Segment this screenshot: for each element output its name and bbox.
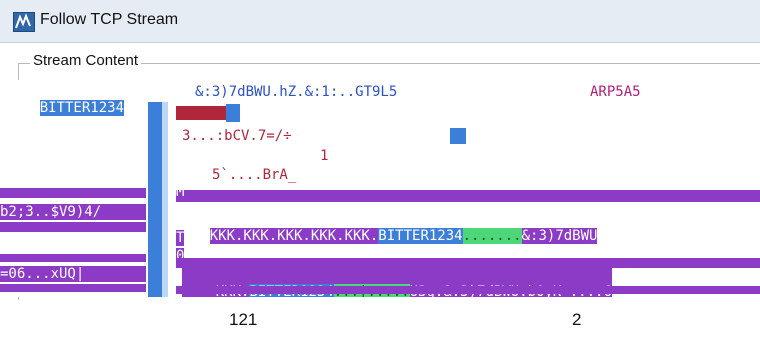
stream-segment: KKK.KKK.KKK.KKK.KKK. [209,228,379,244]
stream-selected-text: BITTER1234 [39,100,125,116]
data-band [0,188,146,198]
window-titlebar[interactable]: Follow TCP Stream [0,0,760,43]
stream-content-label: Stream Content [30,52,142,69]
stream-line: M [176,184,185,200]
data-band [176,286,760,294]
data-band [176,190,760,202]
data-block [226,104,240,122]
selection-bar-light [162,102,168,297]
stream-line: T [176,230,185,246]
stream-line: 1 [320,148,329,164]
stream-line: KKK.KKK.KKK.KKK.KKK.BITTER1234.......&:3… [176,212,598,260]
data-band [0,254,146,262]
stream-line: BITTER1234 [6,84,125,132]
stream-line: =06...xUQ| [0,266,146,282]
data-band [0,222,146,232]
stream-line: ARP5A5 [590,84,641,100]
window-title: Follow TCP Stream [40,11,179,28]
data-band [176,258,760,268]
stream-line: &:3)7dBWU.hZ.&:1:..GT9L5 [195,84,398,100]
stream-segment-green: ....... [462,228,522,244]
wireshark-fin-icon [13,12,35,32]
left-value: 121 [229,310,258,329]
stream-line: 3...:bCV.7=/÷ [182,128,292,144]
right-value: 2 [572,310,582,329]
data-block [176,106,226,120]
selection-bar [148,102,162,297]
stream-line: 5`....BrA_ [212,167,297,183]
data-band [0,284,146,292]
stream-segment: &:3)7dBWU [521,228,598,244]
stream-segment-selected: BITTER1234 [378,228,463,244]
stream-line: b2;3..$V9)4/ [0,204,146,220]
stream-content-area[interactable]: BITTER1234 &:3)7dBWU.hZ.&:1:..GT9L5 ARP5… [0,80,760,297]
data-block [450,128,466,144]
